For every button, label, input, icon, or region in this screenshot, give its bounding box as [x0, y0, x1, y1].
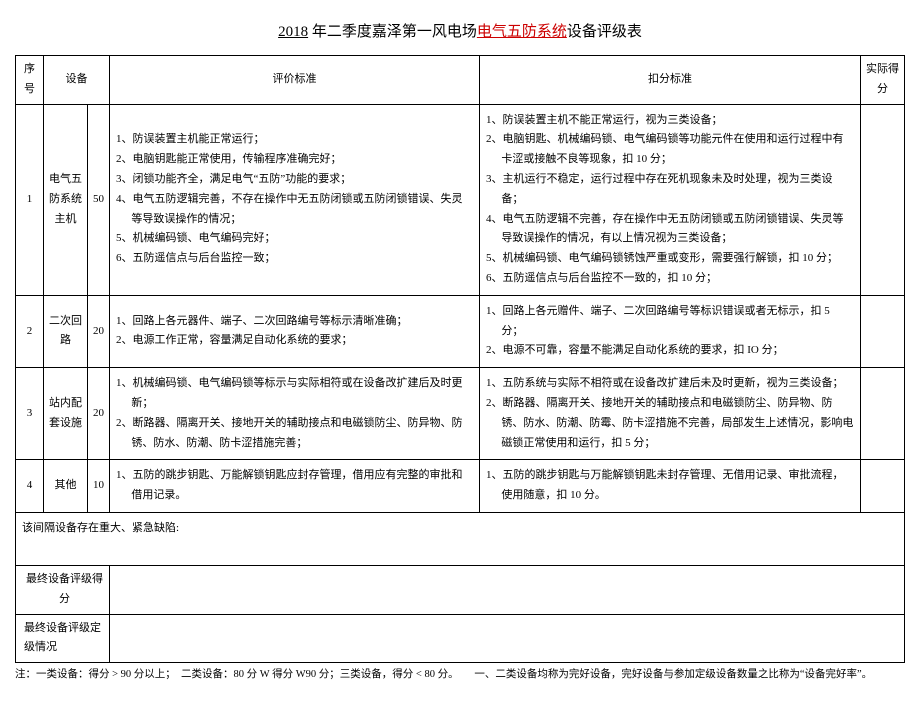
final-class-label: 最终设备评级定级情况 — [16, 614, 110, 663]
deduct-item: 1、五防的跳步钥匙与万能解锁钥匙未封存管理、无借用记录、审批流程，使用随意，扣 … — [486, 466, 854, 506]
cell-eval: 1、五防的跳步钥匙、万能解锁钥匙应封存管理，借用应有完整的审批和借用记录。 — [110, 460, 480, 513]
cell-actual — [861, 104, 905, 295]
final-score-value — [110, 565, 905, 614]
cell-deduct: 1、五防系统与实际不相符或在设备改扩建后未及时更新，视为三类设备；2、断路器、隔… — [480, 368, 861, 460]
cell-index: 4 — [16, 460, 44, 513]
defect-row: 该间隔设备存在重大、紧急缺陷: — [16, 512, 905, 565]
header-index: 序号 — [16, 56, 44, 105]
eval-item: 6、五防遥信点与后台监控一致； — [116, 249, 473, 269]
cell-actual — [861, 295, 905, 367]
final-class-row: 最终设备评级定级情况 — [16, 614, 905, 663]
table-row: 1电气五防系统主机501、防误装置主机能正常运行；2、电脑钥匙能正常使用，传输程… — [16, 104, 905, 295]
deduct-item: 1、防误装置主机不能正常运行，视为三类设备； — [486, 111, 854, 131]
cell-device: 站内配套设施 — [44, 368, 88, 460]
cell-device: 其他 — [44, 460, 88, 513]
cell-device: 二次回路 — [44, 295, 88, 367]
table-row: 3站内配套设施201、机械编码锁、电气编码锁等标示与实际相符或在设备改扩建后及时… — [16, 368, 905, 460]
title-year: 2018 — [278, 24, 308, 40]
table-row: 2二次回路201、回路上各元器件、端子、二次回路编号等标示清晰准确；2、电源工作… — [16, 295, 905, 367]
deduct-item: 1、五防系统与实际不相符或在设备改扩建后未及时更新，视为三类设备； — [486, 374, 854, 394]
footnote: 注：一类设备：得分 > 90 分以上； 二类设备：80 分 W 得分 W90 分… — [15, 667, 905, 683]
eval-item: 2、电源工作正常，容量满足自动化系统的要求； — [116, 331, 473, 351]
cell-weight: 20 — [88, 368, 110, 460]
page-title: 2018 年二季度嘉泽第一风电场电气五防系统设备评级表 — [15, 20, 905, 41]
cell-index: 2 — [16, 295, 44, 367]
cell-actual — [861, 368, 905, 460]
cell-device: 电气五防系统主机 — [44, 104, 88, 295]
eval-item: 1、机械编码锁、电气编码锁等标示与实际相符或在设备改扩建后及时更新； — [116, 374, 473, 414]
defect-cell: 该间隔设备存在重大、紧急缺陷: — [16, 512, 905, 565]
header-actual: 实际得分 — [861, 56, 905, 105]
cell-index: 3 — [16, 368, 44, 460]
cell-eval: 1、回路上各元器件、端子、二次回路编号等标示清晰准确；2、电源工作正常，容量满足… — [110, 295, 480, 367]
final-score-label: 最终设备评级得分 — [16, 565, 110, 614]
eval-item: 5、机械编码锁、电气编码完好； — [116, 229, 473, 249]
rating-table: 序号 设备 评价标准 扣分标准 实际得分 1电气五防系统主机501、防误装置主机… — [15, 55, 905, 663]
deduct-item: 3、主机运行不稳定，运行过程中存在死机现象未及时处理，视为三类设备； — [486, 170, 854, 210]
cell-eval: 1、机械编码锁、电气编码锁等标示与实际相符或在设备改扩建后及时更新；2、断路器、… — [110, 368, 480, 460]
title-system: 电气五防系统 — [477, 24, 567, 40]
deduct-item: 5、机械编码锁、电气编码锁锈蚀严重或变形，需要强行解锁，扣 10 分； — [486, 249, 854, 269]
header-eval: 评价标准 — [110, 56, 480, 105]
header-deduct: 扣分标准 — [480, 56, 861, 105]
final-score-row: 最终设备评级得分 — [16, 565, 905, 614]
eval-item: 1、五防的跳步钥匙、万能解锁钥匙应封存管理，借用应有完整的审批和借用记录。 — [116, 466, 473, 506]
cell-index: 1 — [16, 104, 44, 295]
deduct-item: 4、电气五防逻辑不完善，存在操作中无五防闭锁或五防闭锁错误、失灵等导致误操作的情… — [486, 210, 854, 250]
cell-deduct: 1、回路上各元赠件、端子、二次回路编号等标识错误或者无标示，扣 5 分；2、电源… — [480, 295, 861, 367]
eval-item: 1、回路上各元器件、端子、二次回路编号等标示清晰准确； — [116, 312, 473, 332]
eval-item: 2、断路器、隔离开关、接地开关的辅助接点和电磁锁防尘、防异物、防锈、防水、防潮、… — [116, 414, 473, 454]
eval-item: 1、防误装置主机能正常运行； — [116, 130, 473, 150]
cell-deduct: 1、防误装置主机不能正常运行，视为三类设备；2、电脑钥匙、机械编码锁、电气编码锁… — [480, 104, 861, 295]
title-mid: 年二季度嘉泽第一风电场 — [308, 24, 477, 40]
table-header-row: 序号 设备 评价标准 扣分标准 实际得分 — [16, 56, 905, 105]
eval-item: 4、电气五防逻辑完善，不存在操作中无五防闭锁或五防闭锁错误、失灵等导致误操作的情… — [116, 190, 473, 230]
deduct-item: 1、回路上各元赠件、端子、二次回路编号等标识错误或者无标示，扣 5 分； — [486, 302, 854, 342]
table-row: 4其他101、五防的跳步钥匙、万能解锁钥匙应封存管理，借用应有完整的审批和借用记… — [16, 460, 905, 513]
deduct-item: 2、电源不可靠，容量不能满足自动化系统的要求，扣 IO 分； — [486, 341, 854, 361]
deduct-item: 6、五防遥信点与后台监控不一致的，扣 10 分； — [486, 269, 854, 289]
title-suffix: 设备评级表 — [567, 24, 642, 40]
final-class-value — [110, 614, 905, 663]
cell-eval: 1、防误装置主机能正常运行；2、电脑钥匙能正常使用，传输程序准确完好；3、闭锁功… — [110, 104, 480, 295]
cell-weight: 50 — [88, 104, 110, 295]
deduct-item: 2、断路器、隔离开关、接地开关的辅助接点和电磁锁防尘、防异物、防锈、防水、防潮、… — [486, 394, 854, 453]
cell-weight: 20 — [88, 295, 110, 367]
header-device: 设备 — [44, 56, 110, 105]
eval-item: 2、电脑钥匙能正常使用，传输程序准确完好； — [116, 150, 473, 170]
deduct-item: 2、电脑钥匙、机械编码锁、电气编码锁等功能元件在使用和运行过程中有卡涩或接触不良… — [486, 130, 854, 170]
cell-deduct: 1、五防的跳步钥匙与万能解锁钥匙未封存管理、无借用记录、审批流程，使用随意，扣 … — [480, 460, 861, 513]
cell-actual — [861, 460, 905, 513]
eval-item: 3、闭锁功能齐全，满足电气“五防”功能的要求； — [116, 170, 473, 190]
cell-weight: 10 — [88, 460, 110, 513]
